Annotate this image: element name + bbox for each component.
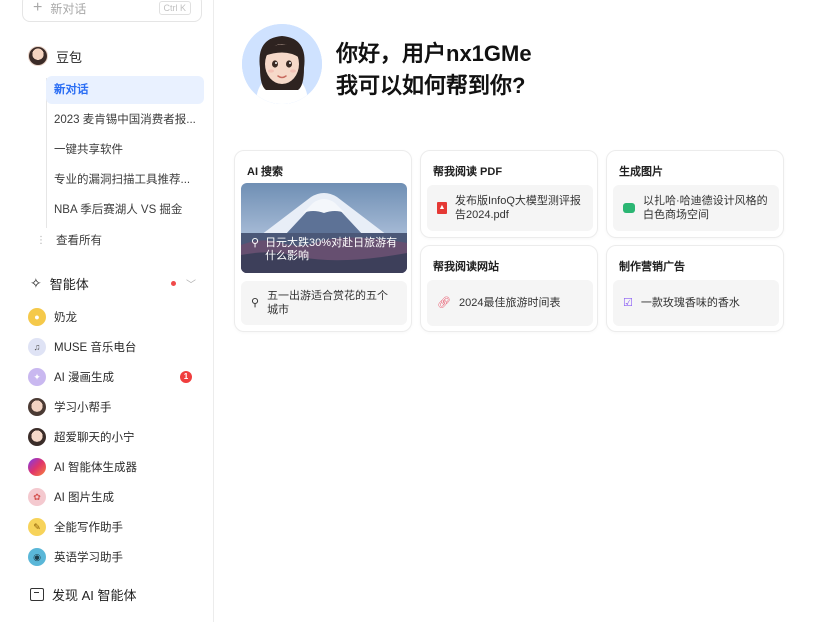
agent-item-comic[interactable]: ✦ AI 漫画生成 1	[28, 362, 198, 392]
image-gen-icon	[623, 203, 635, 213]
doubao-avatar-icon	[28, 46, 48, 66]
chevron-down-icon: ﹀	[186, 280, 196, 291]
sidebar: + 新对话 Ctrl K 豆包 新对话 2023 麦肯锡中国消费者报... 一键…	[0, 0, 214, 622]
agent-item-agent-builder[interactable]: AI 智能体生成器	[28, 452, 198, 482]
search-icon: ⚲	[251, 297, 260, 309]
search-suggestion-chip[interactable]: ⚲ 五一出游适合赏花的五个城市	[241, 281, 407, 325]
plus-icon: +	[33, 0, 43, 16]
milk-dragon-icon: ●	[28, 308, 46, 326]
marketing-ad-card: 制作营销广告 ☑ 一款玫瑰香味的香水	[606, 245, 784, 332]
agent-label: AI 图片生成	[54, 492, 115, 504]
agent-label: 奶龙	[54, 312, 77, 324]
agents-title: 智能体	[49, 277, 89, 292]
agent-label: MUSE 音乐电台	[54, 342, 137, 354]
agent-label: 全能写作助手	[54, 522, 123, 534]
gradient-orb-icon	[28, 458, 46, 476]
card-title: 生成图片	[619, 166, 663, 178]
doubao-bot-item[interactable]: 豆包	[28, 46, 82, 66]
greeting-subtitle: 我可以如何帮到你?	[336, 73, 526, 98]
ai-search-card: AI 搜索 ⚲ 日元大跌30%对赴日旅游有什么影响 ⚲ 五一出游适合赏花的五个城…	[234, 150, 412, 332]
new-chat-button[interactable]: + 新对话 Ctrl K	[22, 0, 202, 22]
link-icon: 🔗︎	[437, 297, 451, 309]
search-image-suggestion[interactable]: ⚲ 日元大跌30%对赴日旅游有什么影响	[241, 183, 407, 273]
search-icon: ⚲	[251, 237, 260, 249]
doubao-hero-avatar	[242, 24, 322, 104]
agent-item-english[interactable]: ◉ 英语学习助手	[28, 542, 198, 572]
agents-section-header[interactable]: ✧ 智能体 ﹀	[30, 274, 196, 293]
image-suggestion-chip[interactable]: 以扎哈·哈迪德设计风格的白色商场空间	[613, 185, 779, 231]
palette-icon: ✿	[28, 488, 46, 506]
chip-text: 发布版InfoQ大模型测评报告2024.pdf	[455, 195, 581, 221]
agent-label: AI 智能体生成器	[54, 462, 138, 474]
music-note-icon: ♫	[28, 338, 46, 356]
generate-image-card: 生成图片 以扎哈·哈迪德设计风格的白色商场空间	[606, 150, 784, 238]
conversation-item[interactable]: 专业的漏洞扫描工具推荐...	[46, 166, 204, 194]
comic-icon: ✦	[28, 368, 46, 386]
pdf-suggestion-chip[interactable]: ▲ 发布版InfoQ大模型测评报告2024.pdf	[427, 185, 593, 231]
chip-text: 以扎哈·哈迪德设计风格的白色商场空间	[643, 195, 768, 221]
notification-dot	[171, 281, 176, 286]
pdf-file-icon: ▲	[437, 202, 447, 214]
read-pdf-card: 帮我阅读 PDF ▲ 发布版InfoQ大模型测评报告2024.pdf	[420, 150, 598, 238]
card-title: 帮我阅读网站	[433, 261, 499, 273]
doubao-label: 豆包	[56, 49, 83, 65]
agent-item-image-gen[interactable]: ✿ AI 图片生成	[28, 482, 198, 512]
globe-icon: ◉	[28, 548, 46, 566]
agent-label: 英语学习助手	[54, 552, 123, 564]
agent-item-chat-girl[interactable]: 超爱聊天的小宁	[28, 422, 198, 452]
conversation-item[interactable]: 2023 麦肯锡中国消费者报...	[46, 106, 204, 134]
pencil-icon: ✎	[28, 518, 46, 536]
agent-item-muse[interactable]: ♫ MUSE 音乐电台	[28, 332, 198, 362]
conversation-list: 新对话 2023 麦肯锡中国消费者报... 一键共享软件 专业的漏洞扫描工具推荐…	[46, 76, 204, 226]
shortcut-hint: Ctrl K	[158, 1, 191, 15]
conversation-item[interactable]: NBA 季后赛湖人 VS 掘金	[46, 196, 204, 224]
marketing-suggestion-chip[interactable]: ☑ 一款玫瑰香味的香水	[613, 280, 779, 326]
view-all-label: 查看所有	[56, 235, 102, 247]
website-suggestion-chip[interactable]: 🔗︎ 2024最佳旅游时间表	[427, 280, 593, 326]
card-title: 制作营销广告	[619, 261, 685, 273]
agent-label: 超爱聊天的小宁	[54, 432, 135, 444]
more-dots-icon: ⋮	[36, 234, 46, 246]
agent-list: ● 奶龙 ♫ MUSE 音乐电台 ✦ AI 漫画生成 1 学习小帮手 超爱聊天的…	[28, 302, 198, 572]
view-all-button[interactable]: ⋮ 查看所有	[36, 232, 102, 248]
discover-box-icon	[30, 588, 44, 601]
sparkle-icon: ✧	[30, 275, 42, 291]
conversation-item[interactable]: 一键共享软件	[46, 136, 204, 164]
conversation-item[interactable]: 新对话	[46, 76, 204, 104]
image-caption-text: 日元大跌30%对赴日旅游有什么影响	[265, 237, 398, 262]
read-website-card: 帮我阅读网站 🔗︎ 2024最佳旅游时间表	[420, 245, 598, 332]
image-caption: ⚲ 日元大跌30%对赴日旅游有什么影响	[251, 237, 401, 263]
chat-girl-icon	[28, 428, 46, 446]
chip-text: 一款玫瑰香味的香水	[640, 297, 740, 309]
unread-badge: 1	[180, 371, 192, 383]
greeting-title: 你好，用户nx1GMe	[336, 41, 532, 66]
discover-agents-button[interactable]: 发现 AI 智能体	[30, 585, 137, 604]
discover-label: 发现 AI 智能体	[52, 588, 137, 603]
agent-label: AI 漫画生成	[54, 372, 115, 384]
agent-item-writing[interactable]: ✎ 全能写作助手	[28, 512, 198, 542]
edit-icon: ☑	[623, 297, 633, 309]
card-title: 帮我阅读 PDF	[433, 166, 503, 178]
new-chat-label: 新对话	[50, 1, 87, 16]
agent-label: 学习小帮手	[54, 402, 112, 414]
agent-item-nailong[interactable]: ● 奶龙	[28, 302, 198, 332]
chip-text: 五一出游适合赏花的五个城市	[267, 290, 389, 316]
agent-item-study[interactable]: 学习小帮手	[28, 392, 198, 422]
chip-text: 2024最佳旅游时间表	[458, 297, 561, 309]
card-title: AI 搜索	[247, 166, 284, 178]
study-helper-icon	[28, 398, 46, 416]
